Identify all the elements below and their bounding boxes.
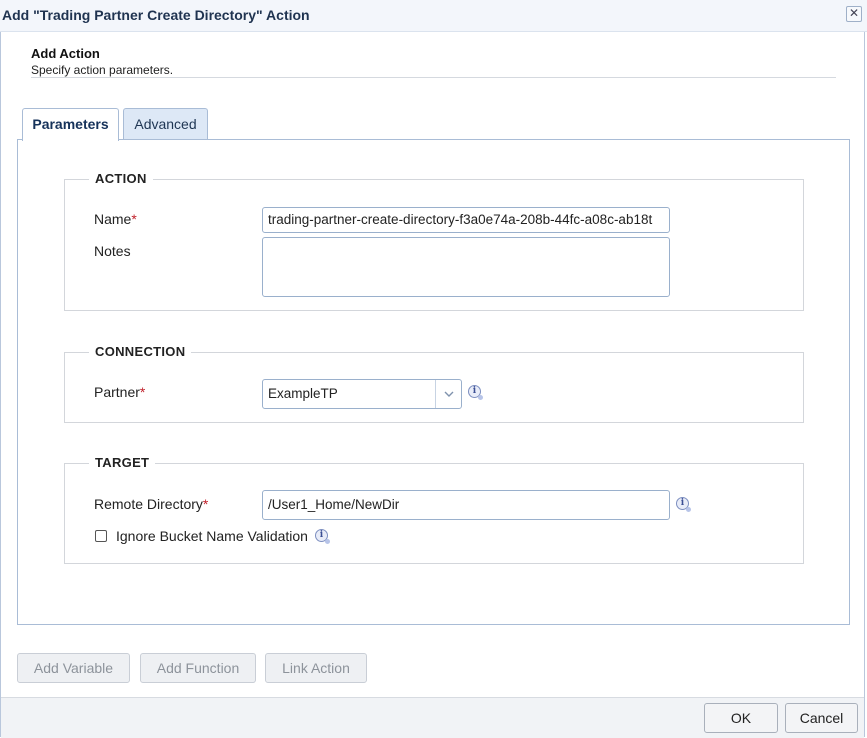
- notes-label: Notes: [94, 243, 131, 259]
- page-title: Add Action: [31, 46, 100, 61]
- target-legend: TARGET: [89, 455, 156, 470]
- tab-advanced[interactable]: Advanced: [123, 108, 208, 140]
- required-marker: *: [202, 496, 209, 512]
- link-action-button[interactable]: Link Action: [265, 653, 367, 683]
- partner-label-text: Partner: [94, 384, 140, 400]
- remote-directory-label-text: Remote Directory: [94, 496, 203, 512]
- close-button[interactable]: ✕: [846, 6, 862, 22]
- page-subtitle: Specify action parameters.: [31, 63, 174, 77]
- name-label-text: Name: [94, 211, 132, 227]
- remote-directory-input[interactable]: /User1_Home/NewDir: [262, 490, 670, 520]
- name-label: Name*: [94, 211, 137, 227]
- action-group: ACTION Name* trading-partner-create-dire…: [64, 171, 804, 311]
- header-divider: [31, 77, 836, 78]
- required-marker: *: [131, 211, 137, 227]
- ignore-bucket-checkbox[interactable]: [95, 530, 107, 542]
- target-group: TARGET Remote Directory* /User1_Home/New…: [64, 455, 804, 564]
- required-marker: *: [139, 384, 146, 400]
- add-variable-button[interactable]: Add Variable: [17, 653, 130, 683]
- dialog-title: Add "Trading Partner Create Directory" A…: [2, 7, 310, 23]
- connection-legend: CONNECTION: [89, 344, 192, 359]
- parameters-panel: ACTION Name* trading-partner-create-dire…: [17, 139, 850, 625]
- remote-directory-info-icon[interactable]: i: [676, 497, 691, 512]
- ignore-bucket-info-icon[interactable]: i: [315, 529, 330, 544]
- cancel-button[interactable]: Cancel: [785, 703, 858, 733]
- partner-select[interactable]: ExampleTP: [262, 379, 462, 409]
- connection-group: CONNECTION Partner* ExampleTP i: [64, 344, 804, 423]
- ignore-bucket-label: Ignore Bucket Name Validation: [116, 528, 308, 544]
- partner-info-icon[interactable]: i: [468, 385, 483, 400]
- tab-parameters[interactable]: Parameters: [22, 108, 119, 141]
- add-function-button[interactable]: Add Function: [140, 653, 256, 683]
- close-icon: ✕: [848, 6, 860, 20]
- name-input[interactable]: trading-partner-create-directory-f3a0e74…: [262, 207, 670, 233]
- notes-textarea[interactable]: [262, 237, 670, 297]
- action-legend: ACTION: [89, 171, 153, 186]
- remote-directory-label: Remote Directory*: [94, 496, 208, 512]
- chevron-down-icon[interactable]: [435, 380, 461, 408]
- partner-label: Partner*: [94, 384, 145, 400]
- partner-select-value: ExampleTP: [268, 386, 338, 401]
- dialog-titlebar: Add "Trading Partner Create Directory" A…: [0, 0, 867, 32]
- ok-button[interactable]: OK: [704, 703, 778, 733]
